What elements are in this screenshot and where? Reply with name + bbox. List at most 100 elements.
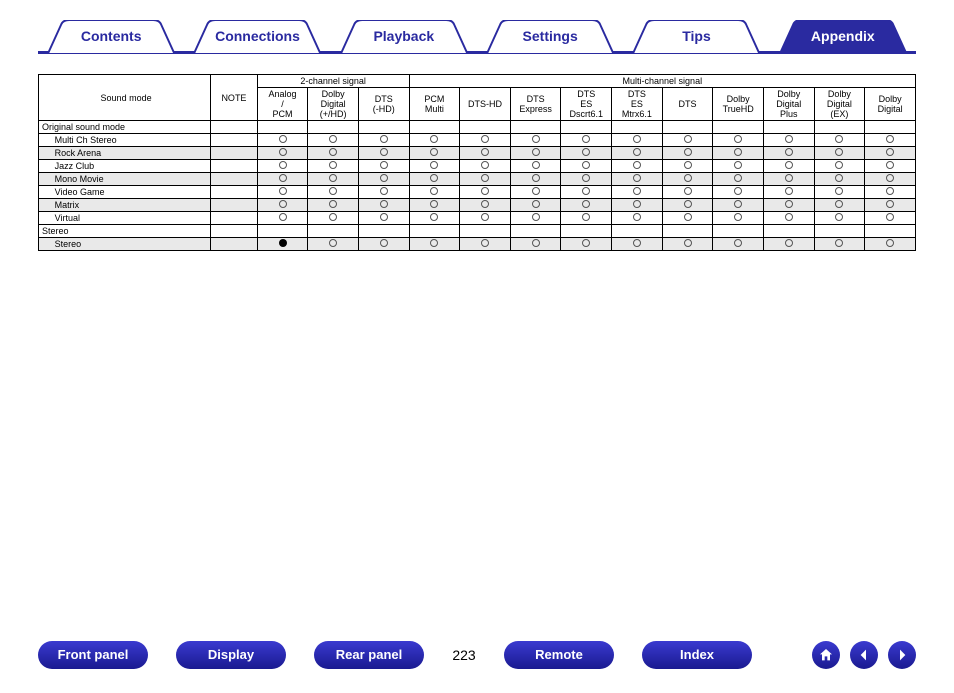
- remote-button[interactable]: Remote: [504, 641, 614, 669]
- mark-cell: [561, 238, 612, 251]
- tab-settings[interactable]: Settings: [477, 20, 623, 54]
- group-empty-cell: [865, 225, 916, 238]
- circle-icon: [886, 174, 894, 182]
- display-button[interactable]: Display: [176, 641, 286, 669]
- top-nav: Contents Connections Playback Settings T…: [38, 20, 916, 54]
- circle-icon: [329, 135, 337, 143]
- mark-cell: [612, 186, 663, 199]
- group-empty-cell: [211, 121, 258, 134]
- mark-cell: [358, 147, 409, 160]
- circle-icon: [329, 187, 337, 195]
- mark-cell: [308, 173, 359, 186]
- note-cell: [211, 212, 258, 225]
- group-empty-cell: [358, 121, 409, 134]
- circle-icon: [633, 187, 641, 195]
- mark-cell: [308, 212, 359, 225]
- tab-connections[interactable]: Connections: [184, 20, 330, 54]
- circle-icon: [380, 187, 388, 195]
- mark-cell: [662, 186, 713, 199]
- mark-cell: [257, 147, 308, 160]
- circle-icon: [279, 148, 287, 156]
- mark-cell: [460, 238, 511, 251]
- circle-icon: [633, 148, 641, 156]
- mark-cell: [763, 147, 814, 160]
- group-empty-cell: [510, 225, 561, 238]
- group-empty-cell: [713, 225, 764, 238]
- mark-cell: [358, 199, 409, 212]
- circle-icon: [886, 148, 894, 156]
- circle-icon: [633, 135, 641, 143]
- tab-contents[interactable]: Contents: [38, 20, 184, 54]
- home-icon[interactable]: [812, 641, 840, 669]
- circle-icon: [582, 161, 590, 169]
- circle-icon: [684, 135, 692, 143]
- tab-tips[interactable]: Tips: [623, 20, 769, 54]
- circle-icon: [734, 174, 742, 182]
- mark-cell: [409, 134, 460, 147]
- mark-cell: [308, 134, 359, 147]
- mark-cell: [763, 212, 814, 225]
- sound-mode-name: Multi Ch Stereo: [49, 134, 211, 147]
- mark-cell: [257, 238, 308, 251]
- circle-icon: [532, 161, 540, 169]
- mark-cell: [257, 186, 308, 199]
- circle-icon: [633, 174, 641, 182]
- rear-panel-button[interactable]: Rear panel: [314, 641, 424, 669]
- sound-mode-table-wrap: Sound mode NOTE 2-channel signal Multi-c…: [38, 74, 916, 251]
- circle-icon: [430, 148, 438, 156]
- mark-cell: [763, 173, 814, 186]
- mark-cell: [561, 160, 612, 173]
- circle-icon: [329, 213, 337, 221]
- group-empty-cell: [308, 225, 359, 238]
- group-empty-cell: [814, 225, 865, 238]
- circle-icon: [785, 187, 793, 195]
- group-empty-cell: [814, 121, 865, 134]
- group-empty-cell: [612, 121, 663, 134]
- circle-icon: [380, 200, 388, 208]
- prev-page-icon[interactable]: [850, 641, 878, 669]
- indent-cell: [39, 173, 49, 186]
- mark-cell: [561, 147, 612, 160]
- circle-icon: [532, 213, 540, 221]
- circle-icon: [734, 148, 742, 156]
- mark-cell: [763, 186, 814, 199]
- next-page-icon[interactable]: [888, 641, 916, 669]
- mark-cell: [814, 134, 865, 147]
- sound-mode-table: Sound mode NOTE 2-channel signal Multi-c…: [38, 74, 916, 251]
- tab-label: Contents: [81, 28, 142, 44]
- front-panel-button[interactable]: Front panel: [38, 641, 148, 669]
- tab-appendix[interactable]: Appendix: [770, 20, 916, 54]
- group-empty-cell: [561, 121, 612, 134]
- group-empty-cell: [865, 121, 916, 134]
- circle-icon: [279, 161, 287, 169]
- circle-icon: [684, 148, 692, 156]
- group-empty-cell: [510, 121, 561, 134]
- mark-cell: [561, 134, 612, 147]
- circle-icon: [532, 135, 540, 143]
- mark-cell: [713, 186, 764, 199]
- mark-cell: [510, 173, 561, 186]
- circle-icon: [380, 161, 388, 169]
- group-empty-cell: [662, 225, 713, 238]
- header-2ch: 2-channel signal: [257, 75, 409, 88]
- circle-icon: [582, 213, 590, 221]
- group-empty-cell: [713, 121, 764, 134]
- col-header: DTSExpress: [510, 88, 561, 121]
- circle-icon: [279, 187, 287, 195]
- circle-icon: [329, 148, 337, 156]
- mark-cell: [561, 186, 612, 199]
- circle-icon: [684, 213, 692, 221]
- sound-mode-name: Matrix: [49, 199, 211, 212]
- group-empty-cell: [409, 225, 460, 238]
- tab-label: Tips: [682, 28, 711, 44]
- mark-cell: [612, 134, 663, 147]
- group-empty-cell: [612, 225, 663, 238]
- circle-icon: [633, 161, 641, 169]
- tab-playback[interactable]: Playback: [331, 20, 477, 54]
- circle-icon: [886, 200, 894, 208]
- col-header: DolbyDigitalPlus: [763, 88, 814, 121]
- circle-icon: [279, 213, 287, 221]
- circle-icon: [835, 174, 843, 182]
- circle-icon: [734, 135, 742, 143]
- index-button[interactable]: Index: [642, 641, 752, 669]
